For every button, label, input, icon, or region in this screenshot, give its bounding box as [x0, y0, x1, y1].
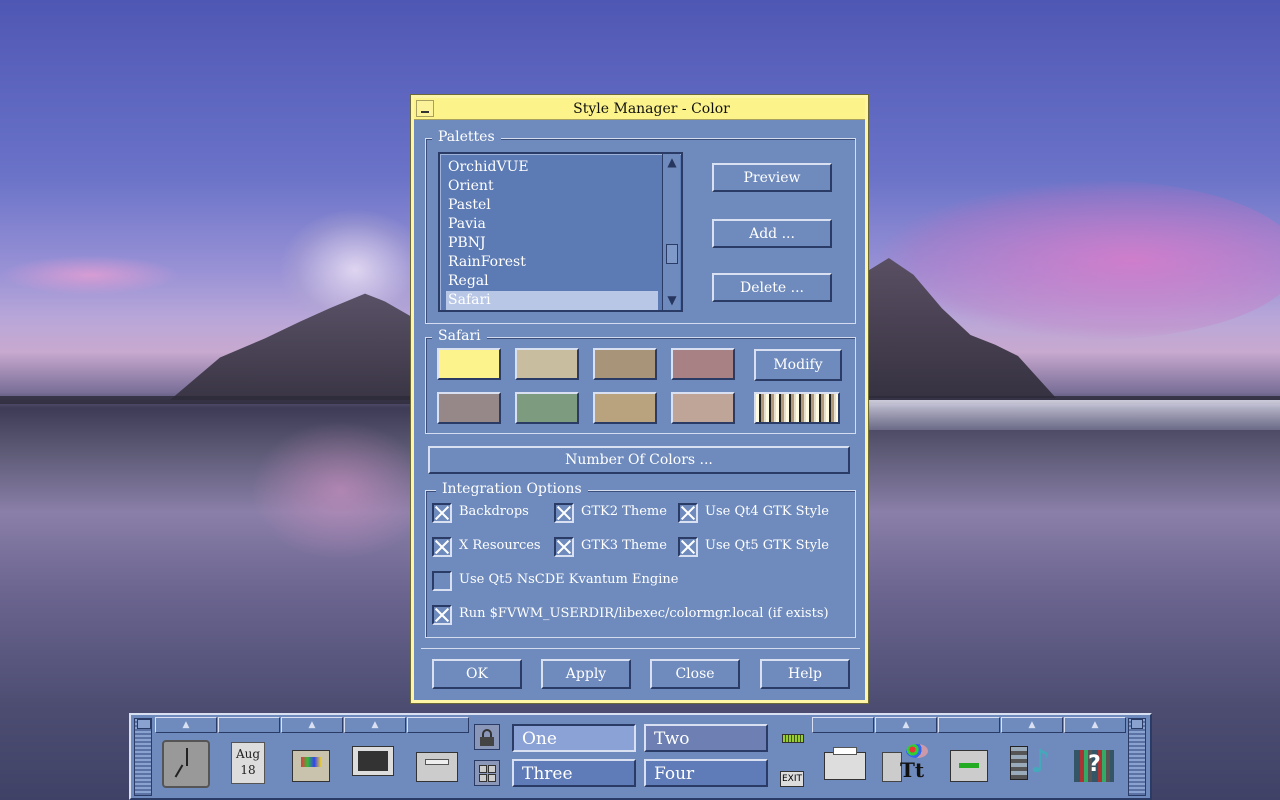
backdrops-checkbox[interactable]: [432, 503, 452, 523]
editor-icon[interactable]: [950, 750, 988, 782]
qt4-gtk-style-checkbox[interactable]: [678, 503, 698, 523]
panel-handle-left[interactable]: [134, 718, 152, 796]
window-list-icon[interactable]: [474, 760, 500, 786]
gtk3-theme-checkbox[interactable]: [554, 537, 574, 557]
file-manager-icon[interactable]: [292, 750, 330, 782]
calendar-month: Aug: [235, 747, 261, 761]
palette-item[interactable]: Pavia: [446, 215, 658, 234]
run-colormgr-checkbox[interactable]: [432, 605, 452, 625]
lock-icon[interactable]: [474, 724, 500, 750]
gtk3-theme-label: GTK3 Theme: [581, 538, 667, 553]
palette-item[interactable]: Regal: [446, 272, 658, 291]
palette-item[interactable]: RainForest: [446, 253, 658, 272]
x-resources-label: X Resources: [459, 538, 541, 553]
delete-palette-button[interactable]: Delete ...: [712, 273, 832, 302]
subpanel-arrow-icon[interactable]: ▲: [155, 717, 217, 733]
palette-item-selected[interactable]: Safari: [446, 291, 658, 310]
kvantum-engine-label: Use Qt5 NsCDE Kvantum Engine: [459, 572, 679, 587]
workspace-one-button[interactable]: One: [512, 724, 636, 752]
gtk2-theme-checkbox[interactable]: [554, 503, 574, 523]
mail-icon[interactable]: [416, 752, 458, 782]
help-icon[interactable]: ?: [1074, 750, 1114, 782]
calendar-day: 18: [240, 763, 256, 777]
separator: [421, 648, 860, 649]
subpanel-arrow-icon[interactable]: ▲: [1001, 717, 1063, 733]
palette-item[interactable]: Orient: [446, 177, 658, 196]
backdrop-surf: [866, 400, 1280, 430]
close-button[interactable]: Close: [650, 659, 740, 689]
color-swatch[interactable]: [515, 392, 579, 424]
qt5-gtk-style-checkbox[interactable]: [678, 537, 698, 557]
subpanel-arrow-icon[interactable]: [218, 717, 280, 733]
workspace-two-button[interactable]: Two: [644, 724, 768, 752]
workspace-three-button[interactable]: Three: [512, 759, 636, 787]
palette-strip-preview: [754, 392, 840, 424]
backdrop-cloud: [0, 255, 180, 295]
window-title: Style Manager - Color: [573, 101, 730, 117]
window-titlebar[interactable]: Style Manager - Color: [414, 98, 865, 120]
panel-handle-right[interactable]: [1128, 718, 1146, 796]
subpanel-arrow-icon[interactable]: [938, 717, 1000, 733]
x-resources-checkbox[interactable]: [432, 537, 452, 557]
exit-button[interactable]: EXIT: [780, 771, 804, 787]
add-palette-button[interactable]: Add ...: [712, 219, 832, 248]
gtk2-theme-label: GTK2 Theme: [581, 504, 667, 519]
palette-list-scrollbar[interactable]: ▲ ▼: [662, 154, 680, 310]
preview-button[interactable]: Preview: [712, 163, 832, 192]
color-swatch[interactable]: [671, 392, 735, 424]
palettes-label: Palettes: [432, 129, 501, 145]
ok-button[interactable]: OK: [432, 659, 522, 689]
media-icon[interactable]: ♪: [1010, 744, 1054, 784]
color-swatch[interactable]: [593, 392, 657, 424]
color-swatch[interactable]: [671, 348, 735, 380]
color-swatch[interactable]: [437, 392, 501, 424]
style-manager-icon[interactable]: Tt: [882, 744, 930, 784]
panel-minimize-button[interactable]: [1131, 719, 1143, 729]
palette-list[interactable]: OrchidVUE Orient Pastel Pavia PBNJ RainF…: [438, 152, 683, 312]
palette-item[interactable]: OrchidVUE: [446, 158, 658, 177]
backdrop-reflection: [250, 420, 430, 560]
subpanel-arrow-icon[interactable]: ▲: [875, 717, 937, 733]
calendar-icon[interactable]: Aug 18: [231, 742, 265, 784]
subpanel-arrow-icon[interactable]: ▲: [1064, 717, 1126, 733]
scroll-down-arrow-icon[interactable]: ▼: [665, 293, 679, 307]
color-swatch[interactable]: [437, 348, 501, 380]
qt5-gtk-style-label: Use Qt5 GTK Style: [705, 538, 829, 553]
terminal-icon[interactable]: [352, 746, 394, 776]
subpanel-arrow-icon[interactable]: ▲: [281, 717, 343, 733]
qt4-gtk-style-label: Use Qt4 GTK Style: [705, 504, 829, 519]
panel-menu-button[interactable]: [137, 719, 151, 729]
scroll-up-arrow-icon[interactable]: ▲: [665, 155, 679, 169]
color-swatch[interactable]: [515, 348, 579, 380]
window-menu-button[interactable]: [416, 100, 434, 117]
backdrops-label: Backdrops: [459, 504, 529, 519]
subpanel-arrow-icon[interactable]: [812, 717, 874, 733]
apply-button[interactable]: Apply: [541, 659, 631, 689]
current-palette-label: Safari: [432, 328, 487, 344]
clock-icon[interactable]: [162, 740, 210, 788]
modify-color-button[interactable]: Modify: [754, 349, 842, 381]
color-swatch[interactable]: [593, 348, 657, 380]
palette-item[interactable]: PBNJ: [446, 234, 658, 253]
number-of-colors-button[interactable]: Number Of Colors ...: [428, 446, 850, 474]
run-colormgr-label: Run $FVWM_USERDIR/libexec/colormgr.local…: [459, 606, 829, 621]
subpanel-arrow-icon[interactable]: ▲: [344, 717, 406, 733]
load-meter-icon: [782, 734, 804, 743]
subpanel-arrow-icon[interactable]: [407, 717, 469, 733]
scrollbar-thumb[interactable]: [666, 244, 678, 264]
kvantum-engine-checkbox[interactable]: [432, 571, 452, 591]
printer-icon[interactable]: [824, 747, 866, 780]
help-button[interactable]: Help: [760, 659, 850, 689]
workspace-four-button[interactable]: Four: [644, 759, 768, 787]
integration-options-label: Integration Options: [436, 481, 588, 497]
palette-item[interactable]: Pastel: [446, 196, 658, 215]
